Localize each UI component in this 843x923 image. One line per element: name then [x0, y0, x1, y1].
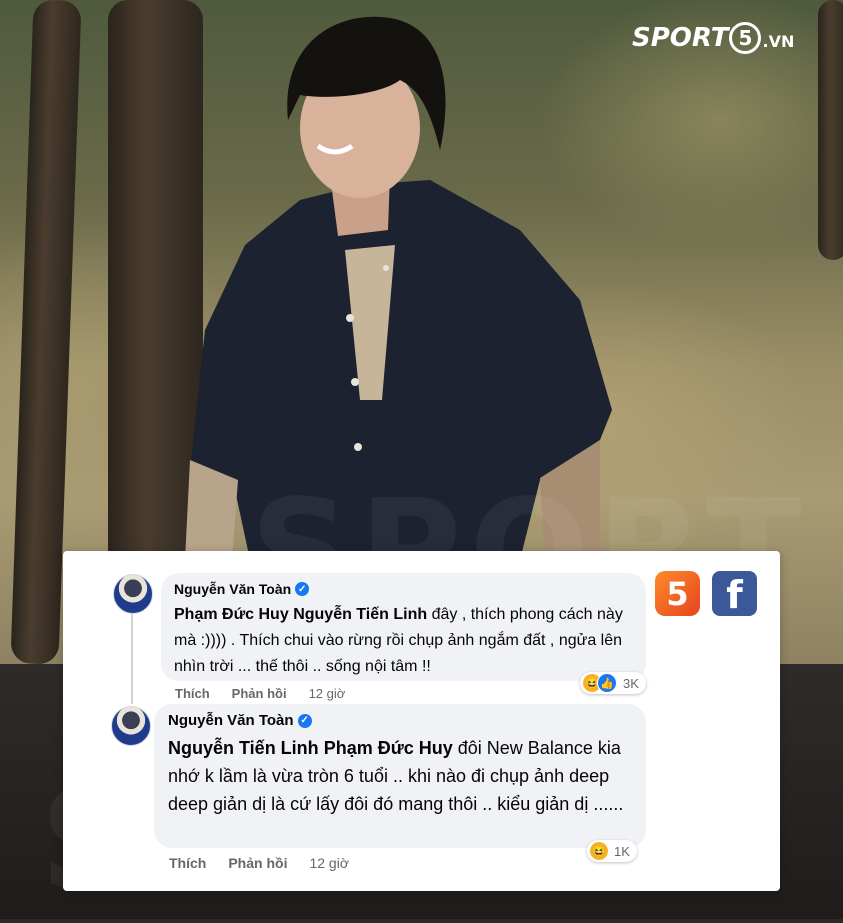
sport5-badge-icon: 5 — [655, 571, 700, 616]
like-link[interactable]: Thích — [175, 686, 210, 701]
verified-badge-icon: ✓ — [297, 713, 312, 728]
comment-time[interactable]: 12 giờ — [309, 686, 346, 701]
verified-badge-icon: ✓ — [295, 582, 310, 596]
comment-bubble-2: Nguyễn Văn Toàn ✓ Nguyễn Tiến Linh Phạm … — [154, 704, 646, 848]
comment-actions: Thích Phản hồi 12 giờ — [169, 855, 349, 871]
mention-tag[interactable]: Nguyễn Tiến Linh — [168, 738, 319, 758]
reaction-summary[interactable]: 😆 1K — [587, 840, 637, 862]
reply-link[interactable]: Phản hồi — [228, 855, 287, 871]
facebook-icon: f — [712, 571, 757, 616]
comment-time[interactable]: 12 giờ — [309, 855, 349, 871]
comment-actions: Thích Phản hồi 12 giờ — [175, 686, 345, 701]
thread-connector — [131, 612, 133, 704]
reply-link[interactable]: Phản hồi — [232, 686, 287, 701]
haha-reaction-icon: 😆 — [590, 842, 608, 860]
mention-tag[interactable]: Phạm Đức Huy — [174, 606, 289, 623]
comment-author[interactable]: Nguyễn Văn Toàn — [168, 712, 294, 729]
comment-author[interactable]: Nguyễn Văn Toàn — [174, 581, 291, 597]
sport5-logo: SPORT 5 .VN — [632, 22, 795, 54]
reaction-count: 3K — [623, 675, 639, 691]
reaction-summary[interactable]: 😆 👍 3K — [580, 672, 646, 694]
avatar[interactable] — [111, 706, 151, 746]
comment-text: Phạm Đức Huy Nguyễn Tiến Linh đây , thíc… — [174, 602, 636, 680]
like-link[interactable]: Thích — [169, 855, 206, 871]
mention-tag[interactable]: Nguyễn Tiến Linh — [293, 606, 427, 623]
avatar[interactable] — [113, 574, 153, 614]
mention-tag[interactable]: Phạm Đức Huy — [324, 738, 453, 758]
like-reaction-icon: 👍 — [597, 673, 617, 693]
reaction-count: 1K — [614, 843, 630, 859]
comment-text: Nguyễn Tiến Linh Phạm Đức Huy đôi New Ba… — [168, 734, 638, 818]
comment-bubble-1: Nguyễn Văn Toàn ✓ Phạm Đức Huy Nguyễn Ti… — [161, 573, 646, 681]
